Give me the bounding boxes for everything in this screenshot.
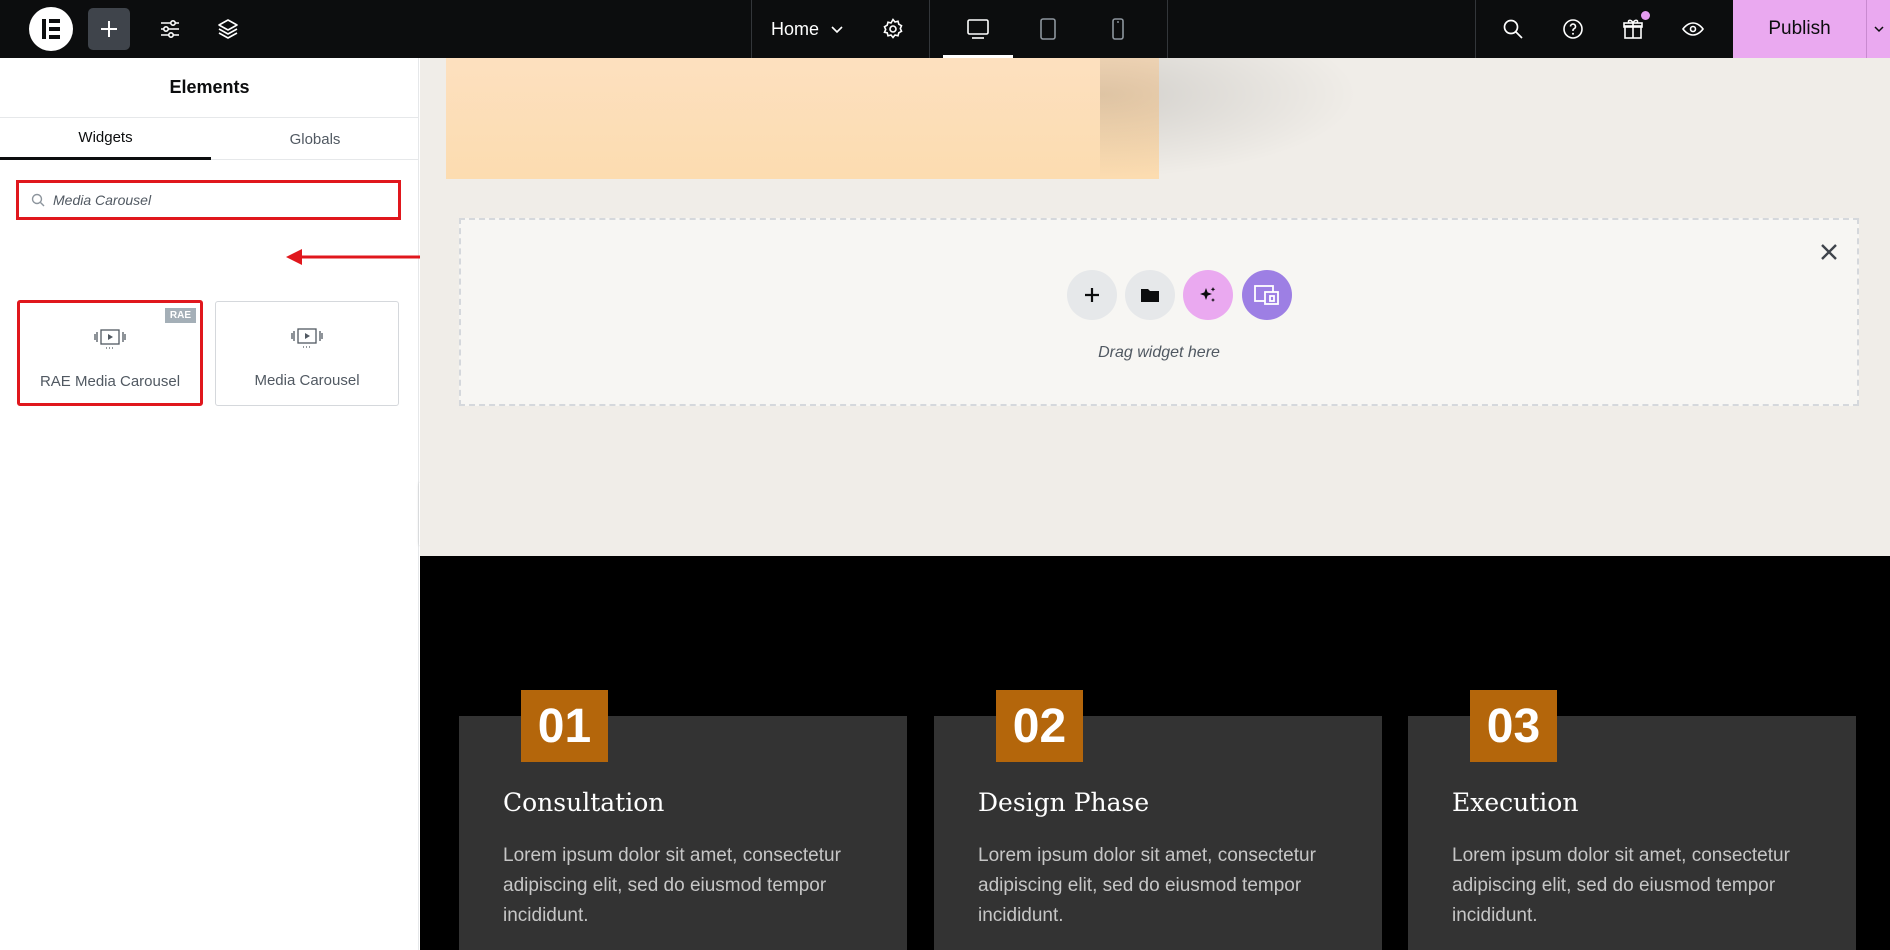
step-title: Consultation bbox=[503, 788, 665, 817]
step-card: 02 Design Phase Lorem ipsum dolor sit am… bbox=[934, 690, 1382, 950]
publish-button[interactable]: Publish bbox=[1733, 0, 1866, 58]
site-settings-button[interactable] bbox=[150, 9, 190, 49]
close-section-button[interactable] bbox=[1819, 242, 1839, 267]
help-button[interactable] bbox=[1553, 9, 1593, 49]
elements-panel: Elements Widgets Globals RAE RAE Media C… bbox=[0, 58, 484, 950]
media-carousel-icon bbox=[216, 326, 398, 350]
folder-icon bbox=[1141, 289, 1159, 302]
process-section: 01 Consultation Lorem ipsum dolor sit am… bbox=[420, 556, 1890, 950]
layers-icon bbox=[218, 19, 238, 39]
page-name: Home bbox=[771, 18, 820, 39]
panel-title: Elements bbox=[0, 58, 419, 118]
plus-icon bbox=[1085, 288, 1099, 302]
chevron-down-icon bbox=[1873, 26, 1884, 33]
step-body: Lorem ipsum dolor sit amet, consectetur … bbox=[978, 845, 1316, 926]
gear-icon bbox=[883, 18, 903, 39]
widget-search-box bbox=[16, 180, 401, 220]
step-title: Execution bbox=[1452, 788, 1579, 817]
add-element-button[interactable] bbox=[88, 8, 130, 50]
plus-icon bbox=[101, 21, 117, 37]
editor-canvas: Drag widget here 01 Consultation Lorem i… bbox=[420, 58, 1890, 950]
step-number: 03 bbox=[1470, 690, 1557, 762]
help-icon bbox=[1563, 19, 1583, 39]
desktop-view-button[interactable] bbox=[958, 9, 998, 49]
mobile-view-button[interactable] bbox=[1098, 9, 1138, 49]
notification-dot bbox=[1641, 11, 1650, 20]
step-number: 02 bbox=[996, 690, 1083, 762]
tablet-view-button[interactable] bbox=[1028, 9, 1068, 49]
empty-section-dropzone[interactable]: Drag widget here bbox=[459, 218, 1859, 406]
widget-search-input[interactable] bbox=[53, 192, 353, 208]
add-section-button[interactable] bbox=[1067, 270, 1117, 320]
top-bar: Home Publish bbox=[0, 0, 1890, 58]
tab-widgets[interactable]: Widgets bbox=[0, 118, 211, 160]
tablet-icon bbox=[1040, 18, 1056, 40]
step-card: 03 Execution Lorem ipsum dolor sit amet,… bbox=[1408, 690, 1856, 950]
page-settings-button[interactable] bbox=[873, 9, 913, 49]
desktop-icon bbox=[967, 19, 989, 39]
media-carousel-icon bbox=[20, 327, 200, 351]
widget-label: RAE Media Carousel bbox=[39, 373, 181, 390]
add-template-button[interactable] bbox=[1125, 270, 1175, 320]
structure-button[interactable] bbox=[208, 9, 248, 49]
step-body: Lorem ipsum dolor sit amet, consectetur … bbox=[503, 845, 841, 926]
ai-button[interactable] bbox=[1183, 270, 1233, 320]
search-icon bbox=[31, 193, 45, 207]
layout-icon bbox=[1254, 285, 1279, 305]
sparkles-icon bbox=[1200, 287, 1216, 302]
publish-options-button[interactable] bbox=[1866, 0, 1890, 58]
tab-globals[interactable]: Globals bbox=[211, 118, 419, 160]
hero-image bbox=[446, 58, 1159, 179]
preview-button[interactable] bbox=[1673, 9, 1713, 49]
search-button[interactable] bbox=[1493, 9, 1533, 49]
sliders-icon bbox=[161, 19, 179, 39]
step-number: 01 bbox=[521, 690, 608, 762]
hero-image-shadow bbox=[1100, 58, 1360, 179]
step-card: 01 Consultation Lorem ipsum dolor sit am… bbox=[459, 690, 907, 950]
panel-tabs: Widgets Globals bbox=[0, 118, 419, 160]
dropzone-hint: Drag widget here bbox=[1098, 344, 1220, 361]
rae-badge: RAE bbox=[164, 308, 196, 323]
close-icon bbox=[1821, 244, 1837, 260]
widget-label: Media Carousel bbox=[254, 372, 360, 389]
eye-icon bbox=[1682, 22, 1704, 36]
search-icon bbox=[1503, 19, 1523, 39]
widget-rae-media-carousel[interactable]: RAE RAE Media Carousel bbox=[17, 300, 203, 406]
gift-icon bbox=[1623, 19, 1643, 39]
step-body: Lorem ipsum dolor sit amet, consectetur … bbox=[1452, 845, 1790, 926]
mobile-icon bbox=[1112, 18, 1124, 40]
chevron-down-icon bbox=[831, 26, 843, 34]
site-kit-button[interactable] bbox=[1242, 270, 1292, 320]
elementor-logo-icon[interactable] bbox=[29, 7, 73, 51]
step-title: Design Phase bbox=[978, 788, 1150, 817]
page-selector[interactable]: Home bbox=[771, 0, 845, 58]
widget-media-carousel[interactable]: Media Carousel bbox=[215, 301, 399, 406]
